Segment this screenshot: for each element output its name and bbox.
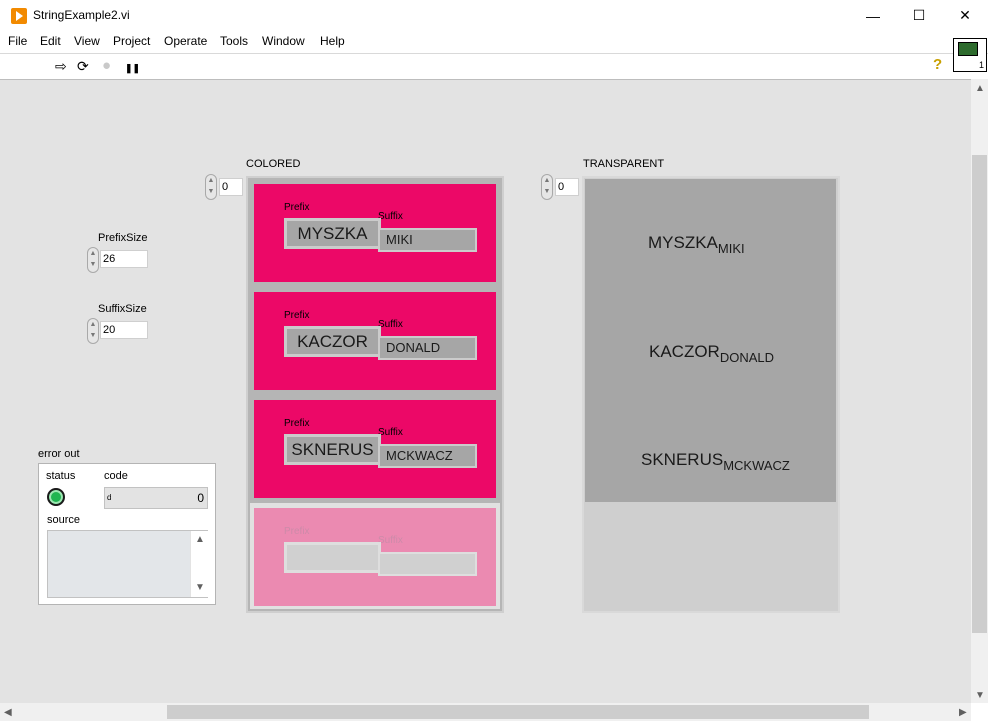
transparent-array-element: KACZORDONALD <box>649 342 775 365</box>
suffix-size-increment-decrement[interactable]: ▲ ▼ <box>87 318 99 344</box>
transparent-array-index[interactable]: 0 <box>555 178 579 196</box>
run-continuously-icon[interactable]: ⟳ <box>77 59 89 73</box>
menu-project[interactable]: Project <box>113 34 150 48</box>
chevron-up-icon[interactable]: ▲ <box>195 534 205 545</box>
connector-pane-number: 1 <box>978 60 984 70</box>
colored-array-index[interactable]: 0 <box>219 178 243 196</box>
prefix-string-indicator: MYSZKA <box>648 233 718 252</box>
suffix-string-control[interactable]: DONALD <box>378 336 477 360</box>
menu-operate[interactable]: Operate <box>164 34 207 48</box>
horizontal-scrollbar-thumb[interactable] <box>167 705 869 719</box>
colored-array-label: COLORED <box>246 158 301 170</box>
source-scrollbar[interactable]: ▲ ▼ <box>190 531 208 597</box>
menu-edit[interactable]: Edit <box>40 34 61 48</box>
prefix-string-control[interactable] <box>284 542 381 573</box>
prefix-label: Prefix <box>284 418 310 429</box>
colored-array-index-spinner[interactable]: ▲ ▼ <box>205 174 217 200</box>
scroll-up-arrow-icon[interactable]: ▲ <box>975 83 985 94</box>
prefix-size-label: PrefixSize <box>98 232 148 244</box>
menu-file[interactable]: File <box>8 34 27 48</box>
suffix-string-control[interactable]: MIKI <box>378 228 477 252</box>
menu-window[interactable]: Window <box>262 34 305 48</box>
run-arrow-icon[interactable]: ⇨ <box>55 59 67 73</box>
menu-view[interactable]: View <box>74 34 100 48</box>
error-out-label: error out <box>38 448 80 460</box>
scroll-left-arrow-icon[interactable]: ◀ <box>4 707 12 718</box>
scroll-right-arrow-icon[interactable]: ▶ <box>959 707 967 718</box>
menu-help[interactable]: Help <box>320 34 345 48</box>
prefix-string-indicator: KACZOR <box>649 342 720 361</box>
menu-tools[interactable]: Tools <box>220 34 248 48</box>
prefix-label: Prefix <box>284 202 310 213</box>
maximize-button[interactable]: ☐ <box>896 0 942 31</box>
window-title: StringExample2.vi <box>33 8 130 22</box>
prefix-label: Prefix <box>284 526 310 537</box>
prefix-size-input[interactable]: 26 <box>100 250 148 268</box>
suffix-string-indicator: MIKI <box>717 241 745 256</box>
source-label: source <box>47 514 81 526</box>
transparent-array-label: TRANSPARENT <box>583 158 665 170</box>
code-indicator: d 0 <box>104 487 208 509</box>
code-label: code <box>104 470 128 482</box>
vertical-scrollbar-thumb[interactable] <box>972 155 987 633</box>
scroll-down-arrow-icon[interactable]: ▼ <box>975 690 985 701</box>
prefix-label: Prefix <box>284 310 310 321</box>
pause-icon[interactable]: ❚❚ <box>125 61 140 75</box>
suffix-string-indicator: DONALD <box>719 350 775 365</box>
close-button[interactable]: ✕ <box>942 0 988 31</box>
colored-array-empty-element: Prefix Suffix <box>254 508 496 606</box>
minimize-button[interactable]: — <box>850 0 896 31</box>
status-label: status <box>46 470 76 482</box>
prefix-size-increment-decrement[interactable]: ▲ ▼ <box>87 247 99 273</box>
prefix-string-control[interactable]: SKNERUS <box>284 434 381 465</box>
suffix-label: Suffix <box>378 427 403 438</box>
chevron-down-icon[interactable]: ▼ <box>195 582 205 593</box>
source-indicator <box>47 530 208 598</box>
transparent-array-element: MYSZKAMIKI <box>648 233 745 256</box>
code-value: 0 <box>197 491 204 505</box>
vi-icon[interactable]: 1 <box>953 38 987 72</box>
suffix-string-indicator: MCKWACZ <box>723 458 790 473</box>
prefix-string-control[interactable]: KACZOR <box>284 326 381 357</box>
prefix-string-indicator: SKNERUS <box>641 450 724 469</box>
suffix-size-label: SuffixSize <box>98 303 147 315</box>
transparent-array-element: SKNERUSMCKWACZ <box>641 450 790 473</box>
toolbar: ⇨ ⟳ ● ❚❚ ? <box>0 53 988 79</box>
suffix-label: Suffix <box>378 535 403 546</box>
suffix-string-control[interactable] <box>378 552 477 576</box>
title-bar <box>0 0 988 31</box>
suffix-size-input[interactable]: 20 <box>100 321 148 339</box>
suffix-string-control[interactable]: MCKWACZ <box>378 444 477 468</box>
suffix-label: Suffix <box>378 211 403 222</box>
suffix-label: Suffix <box>378 319 403 330</box>
context-help-icon[interactable]: ? <box>933 57 942 72</box>
transparent-array-index-spinner[interactable]: ▲ ▼ <box>541 174 553 200</box>
prefix-string-control[interactable]: MYSZKA <box>284 218 381 249</box>
vi-icon-screen <box>958 42 978 56</box>
menu-bar: File Edit View Project Operate Tools Win… <box>0 31 988 52</box>
status-led-indicator <box>47 488 65 506</box>
abort-execution-icon[interactable]: ● <box>102 58 111 73</box>
labview-app-icon <box>11 8 27 24</box>
code-radix: d <box>107 493 112 502</box>
